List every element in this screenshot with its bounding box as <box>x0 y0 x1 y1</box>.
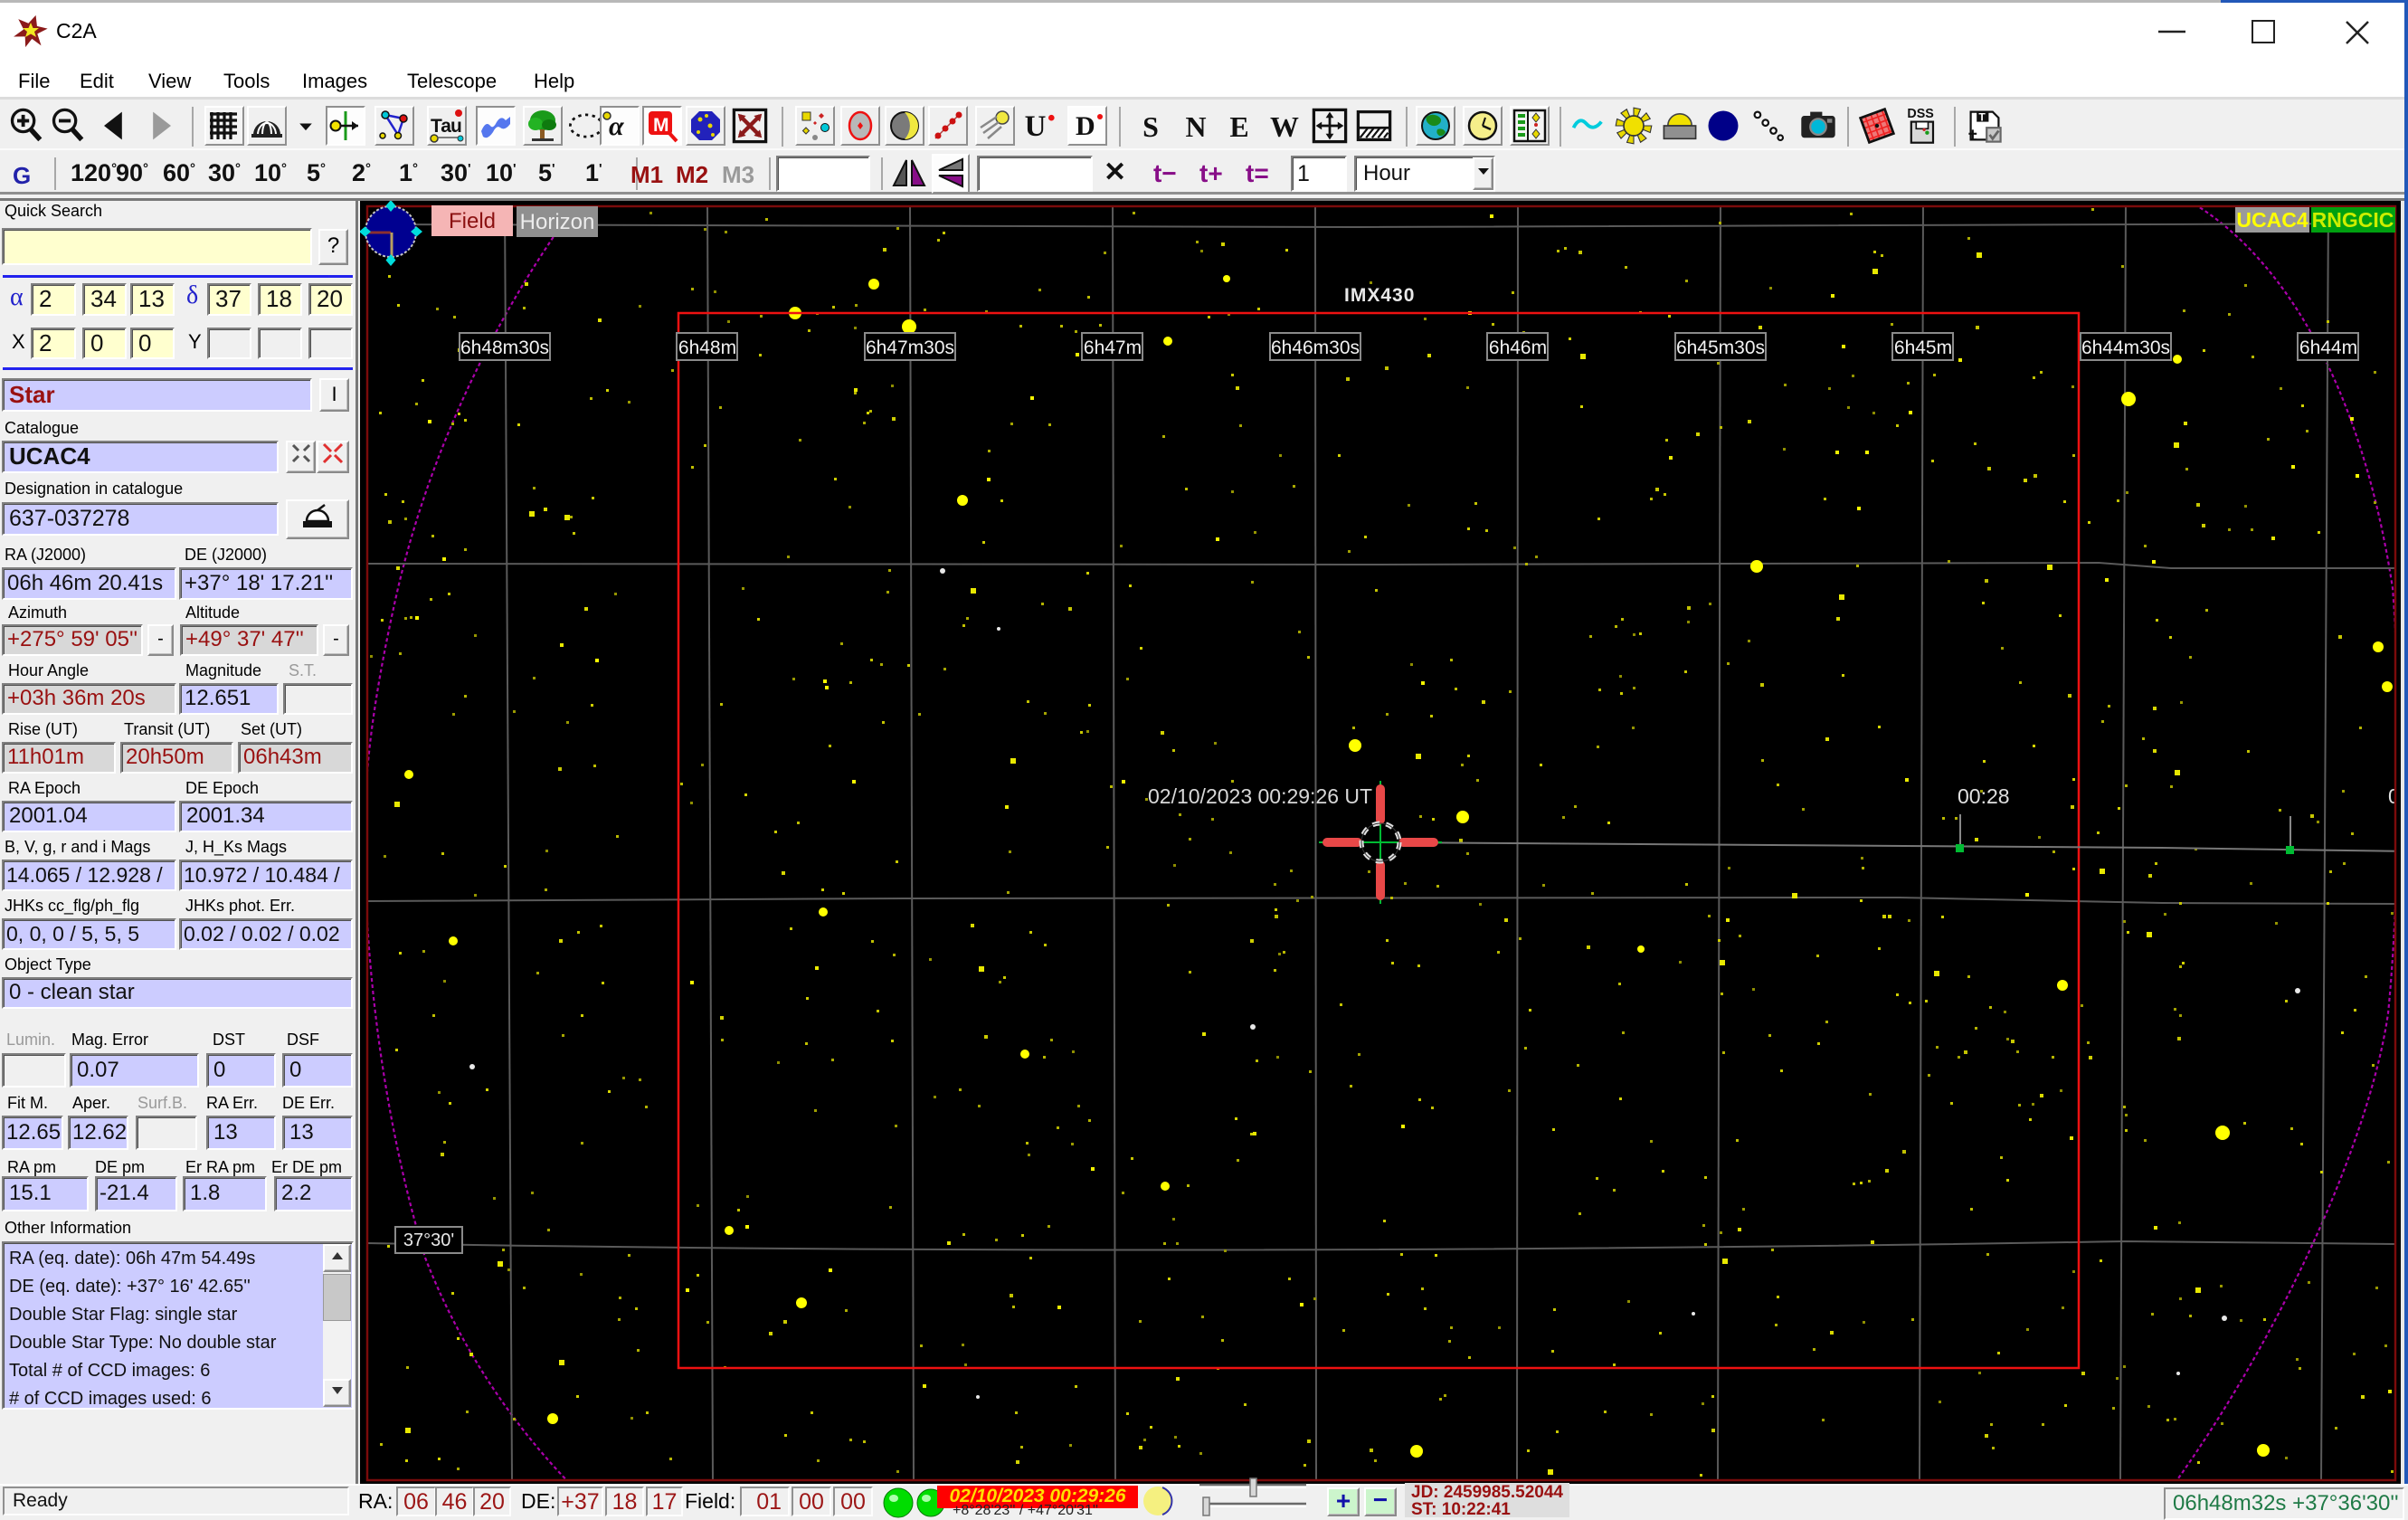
svg-text:RNGCIC: RNGCIC <box>2312 208 2394 232</box>
svg-text:6h45m30s: 6h45m30s <box>1676 337 1765 358</box>
svg-text:D: D <box>1076 111 1095 141</box>
svg-text:6h45m: 6h45m <box>1894 337 1952 358</box>
svg-text:DSS: DSS <box>1907 107 1933 121</box>
svg-text:u: u <box>450 116 462 137</box>
svg-text:Field: Field <box>449 209 496 233</box>
svg-text:6h46m: 6h46m <box>1489 337 1547 358</box>
svg-text:00:28: 00:28 <box>1958 784 2010 808</box>
svg-text:N: N <box>1185 111 1206 143</box>
svg-text:6h48m30s: 6h48m30s <box>460 337 549 358</box>
svg-text:6h47m30s: 6h47m30s <box>866 337 954 358</box>
svg-text:E: E <box>1229 111 1248 143</box>
svg-text:6h46m30s: 6h46m30s <box>1271 337 1360 358</box>
svg-text:W: W <box>1270 111 1299 143</box>
svg-text:6h48m: 6h48m <box>678 337 736 358</box>
svg-text:02/10/2023 00:29:26 UT: 02/10/2023 00:29:26 UT <box>1148 784 1372 808</box>
svg-text:6h44m30s: 6h44m30s <box>2081 337 2170 358</box>
svg-text:6h47m: 6h47m <box>1084 337 1142 358</box>
svg-text:U: U <box>1025 110 1047 143</box>
svg-text:Horizon: Horizon <box>520 210 595 234</box>
svg-text:IMX430: IMX430 <box>1344 285 1415 306</box>
svg-text:Ta: Ta <box>431 116 451 137</box>
svg-text:UCAC4: UCAC4 <box>2236 208 2308 232</box>
svg-text:37°30': 37°30' <box>403 1230 454 1250</box>
svg-text:S: S <box>1142 111 1159 143</box>
svg-text:T: T <box>1978 111 1986 124</box>
svg-text:6h44m: 6h44m <box>2299 337 2357 358</box>
